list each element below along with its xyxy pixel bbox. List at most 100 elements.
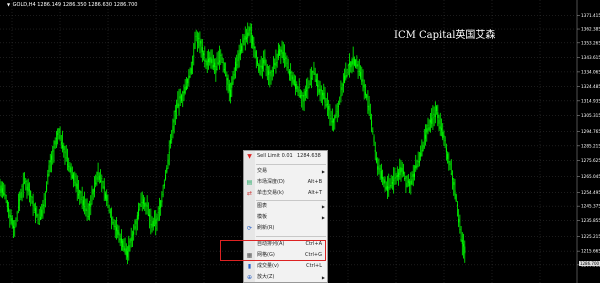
menu-item-one-click-trading[interactable]: ⇄ 单击交易(k) Alt+T: [244, 189, 327, 198]
candle-body: [378, 170, 380, 172]
candle-body: [211, 59, 213, 63]
menu-item-charts[interactable]: 图表 ▶: [244, 202, 327, 211]
candle-body: [411, 179, 413, 185]
candle-body: [52, 150, 54, 152]
candle-body: [212, 64, 214, 68]
candle-body: [190, 68, 192, 74]
candle-body: [301, 95, 303, 97]
candle-body: [318, 89, 320, 93]
candle-body: [100, 180, 102, 183]
candle-body: [119, 238, 121, 241]
candle-body: [103, 186, 105, 190]
candle-body: [14, 227, 16, 229]
candle-body: [420, 152, 422, 157]
price-tick-label: 1305.315: [581, 113, 600, 118]
candle-body: [257, 60, 259, 64]
candle-body: [274, 63, 276, 66]
candle-body: [230, 89, 232, 98]
candle-body: [437, 112, 439, 118]
submenu-arrow-icon: ▶: [321, 204, 325, 209]
candle-body: [296, 84, 298, 90]
candle-body: [312, 71, 314, 73]
candle-body: [32, 200, 34, 207]
candle-body: [11, 217, 13, 226]
candle-body: [247, 32, 249, 39]
menu-item-market-depth[interactable]: ▤ 市场深度(D) Alt+B: [244, 178, 327, 187]
candle-body: [270, 71, 272, 77]
candle-body: [463, 244, 465, 247]
candle-body: [150, 224, 152, 226]
candle-body: [156, 217, 158, 220]
candle-body: [315, 79, 317, 83]
candle-body: [323, 92, 325, 100]
candle-body: [387, 185, 389, 192]
price-series: [0, 22, 466, 265]
menu-item-refresh[interactable]: ⟳ 刷新(R): [244, 224, 327, 233]
candle-body: [308, 86, 310, 89]
candle-body: [122, 240, 124, 247]
candle-body: [330, 118, 332, 120]
candle-body: [261, 65, 263, 69]
candle-body: [306, 89, 308, 92]
candle-body: [372, 130, 374, 133]
candle-body: [439, 126, 441, 129]
candle-body: [114, 226, 116, 228]
candle-body: [239, 49, 241, 56]
candle-body: [177, 103, 179, 109]
candle-body: [127, 251, 129, 258]
candle-body: [25, 181, 27, 182]
candle-body: [36, 214, 38, 217]
candle-body: [231, 82, 233, 88]
candle-body: [415, 165, 417, 169]
candle-body: [433, 113, 435, 115]
menu-item-volumes[interactable]: ▮ 成交量(v) Ctrl+L: [244, 262, 327, 271]
candle-body: [460, 239, 462, 241]
one-click-trading-icon: ⇄: [246, 190, 253, 197]
candle-body: [73, 173, 75, 181]
candle-body: [371, 120, 373, 126]
candle-body: [107, 201, 109, 203]
candle-body: [131, 234, 133, 236]
candle-body: [245, 37, 247, 40]
candle-body: [426, 128, 428, 133]
candle-body: [385, 186, 387, 190]
candle-body: [413, 173, 415, 178]
candle-body: [234, 61, 236, 71]
candle-body: [62, 144, 64, 149]
candle-body: [89, 204, 91, 206]
candle-body: [5, 195, 7, 197]
candle-body: [391, 181, 393, 185]
candle-body: [282, 52, 284, 60]
candle-body: [155, 219, 157, 225]
candle-body: [299, 95, 301, 98]
candle-body: [120, 238, 122, 244]
menu-item-templates[interactable]: 模板 ▶: [244, 213, 327, 222]
context-menu[interactable]: ▼ Sell Limit 0.01 1284.638 交易 ▶ ▤ 市场深度(D…: [243, 150, 328, 283]
candle-body: [8, 207, 10, 212]
candle-body: [277, 50, 279, 58]
menu-item-zoom-in[interactable]: ⊕ 放大(Z) ▶: [244, 273, 327, 282]
menu-item-sell-limit[interactable]: ▼ Sell Limit 0.01 1284.638: [244, 152, 327, 161]
candle-body: [154, 225, 156, 226]
sell-limit-price: 1284.638: [297, 153, 321, 159]
candle-body: [297, 89, 299, 93]
candle-body: [55, 138, 57, 140]
candle-body: [399, 167, 401, 176]
candle-body: [388, 187, 390, 189]
menu-item-trade[interactable]: 交易 ▶: [244, 167, 327, 176]
candle-body: [112, 221, 114, 224]
candle-body: [383, 179, 385, 184]
candle-body: [85, 208, 87, 211]
candle-body: [214, 62, 216, 67]
candle-body: [74, 181, 76, 183]
candle-body: [418, 160, 420, 163]
price-tick-label: 1254.495: [581, 190, 600, 195]
candle-body: [113, 224, 115, 227]
candle-body: [432, 117, 434, 119]
candle-body: [162, 193, 164, 195]
candle-body: [35, 208, 37, 215]
candle-body: [356, 64, 358, 67]
candle-body: [248, 29, 250, 36]
candle-body: [310, 77, 312, 79]
candle-body: [200, 40, 202, 44]
